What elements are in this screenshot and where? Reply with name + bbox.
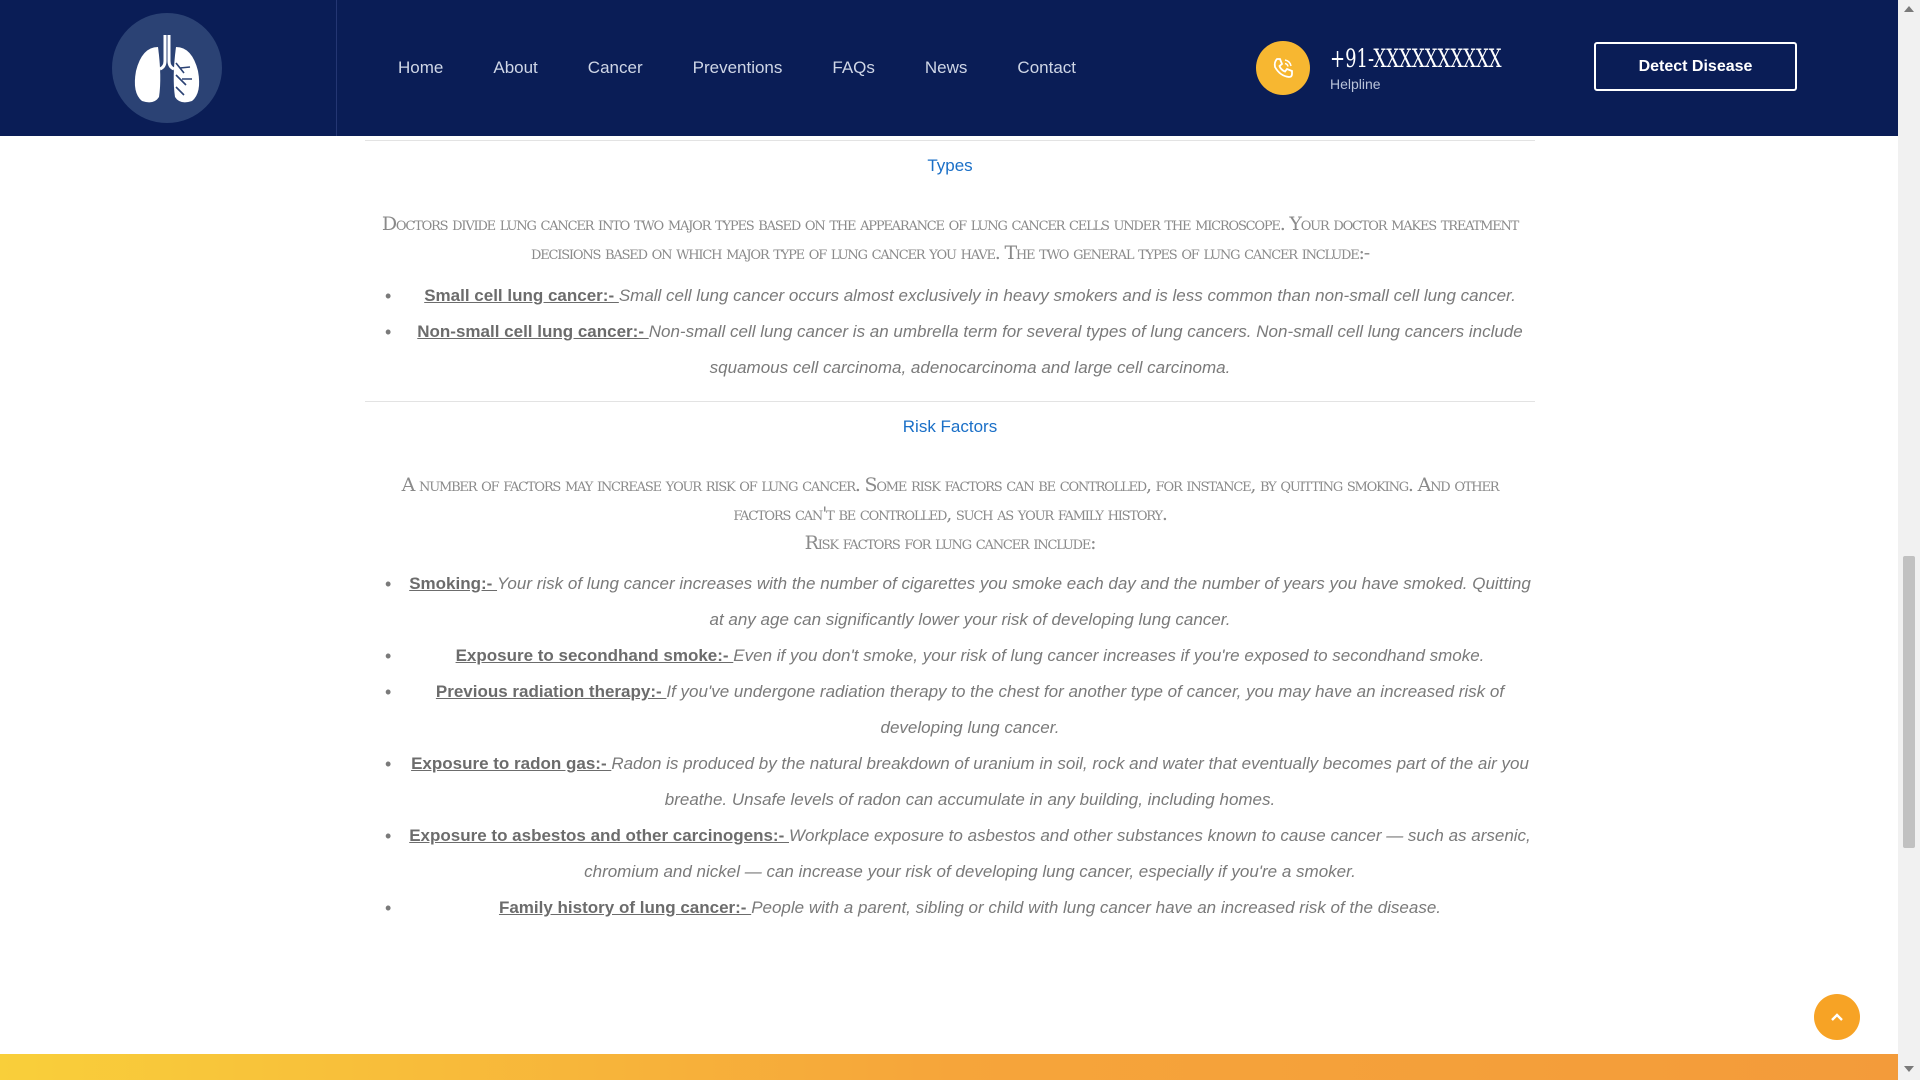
risk-list: Smoking:- Your risk of lung cancer incre… bbox=[365, 566, 1535, 926]
fact-term-link[interactable]: Small cell lung cancer:- bbox=[424, 286, 619, 305]
list-item: Smoking:- Your risk of lung cancer incre… bbox=[365, 566, 1535, 638]
fact-term-link[interactable]: Previous radiation therapy:- bbox=[436, 682, 667, 701]
scroll-to-top-button[interactable] bbox=[1814, 994, 1860, 1040]
scroll-up-icon[interactable] bbox=[1904, 6, 1914, 12]
phone-icon[interactable] bbox=[1256, 41, 1310, 95]
list-item: Small cell lung cancer:- Small cell lung… bbox=[365, 278, 1535, 314]
fact-term-link[interactable]: Exposure to radon gas:- bbox=[411, 754, 611, 773]
fact-term-link[interactable]: Non-small cell lung cancer:- bbox=[417, 322, 648, 341]
fact-description: People with a parent, sibling or child w… bbox=[751, 898, 1442, 917]
list-item: Family history of lung cancer:- People w… bbox=[365, 890, 1535, 926]
divider bbox=[365, 140, 1535, 141]
fact-term-link[interactable]: Exposure to asbestos and other carcinoge… bbox=[409, 826, 789, 845]
scroll-thumb[interactable] bbox=[1903, 556, 1915, 848]
fact-description: If you've undergone radiation therapy to… bbox=[666, 682, 1505, 737]
list-item: Previous radiation therapy:- If you've u… bbox=[365, 674, 1535, 746]
risk-lead-secondary: Risk factors for lung cancer include: bbox=[804, 532, 1097, 554]
phone-number[interactable]: +91-XXXXXXXXXX bbox=[1330, 44, 1502, 73]
nav-home[interactable]: Home bbox=[398, 58, 443, 78]
risk-lead: A number of factors may increase your ri… bbox=[401, 474, 1500, 525]
scrollbar[interactable] bbox=[1898, 0, 1920, 1080]
fact-description: Your risk of lung cancer increases with … bbox=[497, 574, 1531, 629]
nav-faqs[interactable]: FAQs bbox=[832, 58, 875, 78]
nav-news[interactable]: News bbox=[925, 58, 968, 78]
list-item: Exposure to secondhand smoke:- Even if y… bbox=[365, 638, 1535, 674]
site-header: Home About Cancer Preventions FAQs News … bbox=[0, 0, 1898, 136]
nav-cancer[interactable]: Cancer bbox=[588, 58, 643, 78]
detect-disease-button[interactable]: Detect Disease bbox=[1594, 42, 1797, 91]
types-lead: Doctors divide lung cancer into two majo… bbox=[381, 213, 1519, 264]
types-title[interactable]: Types bbox=[365, 156, 1535, 176]
fact-term-link[interactable]: Exposure to secondhand smoke:- bbox=[456, 646, 734, 665]
nav-preventions[interactable]: Preventions bbox=[693, 58, 783, 78]
fact-term-link[interactable]: Family history of lung cancer:- bbox=[499, 898, 751, 917]
logo-area bbox=[0, 0, 337, 136]
list-item: Non-small cell lung cancer:- Non-small c… bbox=[365, 314, 1535, 386]
fact-description: Radon is produced by the natural breakdo… bbox=[611, 754, 1529, 809]
fact-description: Non-small cell lung cancer is an umbrell… bbox=[648, 322, 1523, 377]
risk-factors-title[interactable]: Risk Factors bbox=[365, 417, 1535, 437]
chevron-up-icon bbox=[1831, 1013, 1843, 1021]
types-list: Small cell lung cancer:- Small cell lung… bbox=[365, 278, 1535, 386]
fact-term-link[interactable]: Smoking:- bbox=[409, 574, 497, 593]
helpline-label: Helpline bbox=[1330, 76, 1381, 92]
nav-about[interactable]: About bbox=[493, 58, 537, 78]
nav-contact[interactable]: Contact bbox=[1017, 58, 1076, 78]
list-item: Exposure to radon gas:- Radon is produce… bbox=[365, 746, 1535, 818]
fact-description: Even if you don't smoke, your risk of lu… bbox=[733, 646, 1485, 665]
main-nav: Home About Cancer Preventions FAQs News … bbox=[398, 0, 1126, 136]
divider bbox=[365, 401, 1535, 402]
footer-strip bbox=[0, 1054, 1898, 1080]
scroll-down-icon[interactable] bbox=[1904, 1066, 1914, 1072]
lungs-icon[interactable] bbox=[112, 13, 222, 123]
fact-description: Small cell lung cancer occurs almost exc… bbox=[618, 286, 1516, 305]
list-item: Exposure to asbestos and other carcinoge… bbox=[365, 818, 1535, 890]
